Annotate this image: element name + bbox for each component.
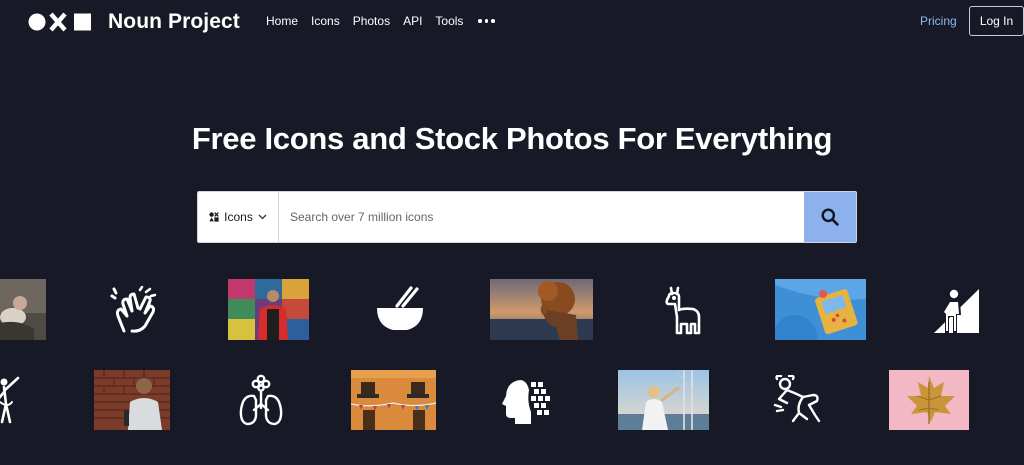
chevron-down-icon [258,214,267,220]
logo-link[interactable]: Noun Project [28,10,240,33]
pricing-link[interactable]: Pricing [920,14,957,28]
llama-icon[interactable] [661,283,705,337]
photo-blue-table-food[interactable] [775,279,866,340]
more-menu-icon[interactable] [478,14,495,28]
wrestler-icon[interactable] [773,374,825,426]
nav-photos[interactable]: Photos [353,14,390,28]
search-input[interactable] [279,192,804,242]
bowl-chopsticks-icon[interactable] [372,285,427,335]
search-type-dropdown[interactable]: Icons [198,192,279,242]
photo-person-sitting[interactable] [0,279,46,340]
main-nav: Home Icons Photos API Tools [266,14,495,28]
icons-type-icon [209,212,220,222]
search-bar: Icons [197,191,857,243]
photo-curly-hair-sunset[interactable] [490,279,593,340]
photo-man-brick-wall[interactable] [94,370,170,430]
search-type-label: Icons [224,210,253,224]
photo-man-red-jacket[interactable] [228,279,309,340]
climber-wall-icon[interactable] [932,284,982,336]
head-pixels-icon[interactable] [500,374,552,428]
nav-tools[interactable]: Tools [435,14,463,28]
nav-api[interactable]: API [403,14,422,28]
search-button[interactable] [804,192,856,242]
nav-home[interactable]: Home [266,14,298,28]
hero-title: Free Icons and Stock Photos For Everythi… [191,121,833,156]
search-icon [821,208,839,226]
brand-name: Noun Project [108,10,240,33]
nav-icons[interactable]: Icons [311,14,340,28]
photo-orange-building-balconies[interactable] [351,370,436,430]
login-button[interactable]: Log In [969,6,1024,36]
clapping-hands-icon[interactable] [109,285,161,337]
noun-project-logo-icon [28,12,91,32]
photo-woman-sailboat[interactable] [618,370,709,430]
photo-gold-leaf-pink[interactable] [889,370,969,430]
dancer-icon[interactable] [0,372,24,430]
top-nav-bar: Noun Project Home Icons Photos API Tools… [0,0,1024,44]
lungs-flower-icon[interactable] [236,374,286,428]
